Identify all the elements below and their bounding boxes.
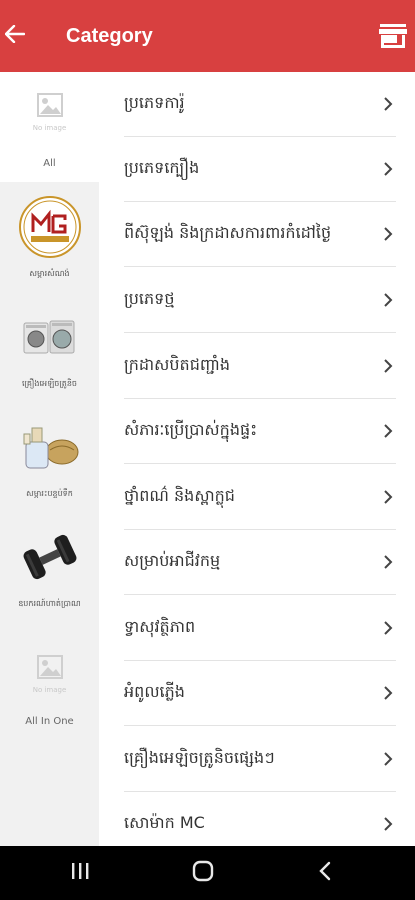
brand-logo bbox=[18, 196, 81, 258]
home-button[interactable] bbox=[181, 856, 225, 890]
sidebar-item-label: ឧបករណ៍ហាត់ប្រាណ bbox=[18, 599, 81, 608]
bathroom-image bbox=[19, 416, 81, 478]
dumbbell-image bbox=[19, 526, 81, 588]
chevron-right-icon bbox=[380, 814, 396, 834]
list-item[interactable]: ប្រភេទថ្ម bbox=[124, 268, 396, 333]
chevron-right-icon bbox=[380, 749, 396, 769]
sidebar-item-all[interactable]: No image All bbox=[0, 72, 99, 182]
list-item-label: អំពូលភ្លើង bbox=[124, 682, 185, 701]
category-sidebar[interactable]: No image All សម្ភារសំណង់ គ្រឿងអេឡិចត្រូន… bbox=[0, 72, 99, 846]
chevron-right-icon bbox=[380, 421, 396, 441]
sidebar-item-label: All In One bbox=[25, 716, 74, 727]
chevron-right-icon bbox=[380, 618, 396, 638]
sidebar-item-fitness[interactable]: ឧបករណ៍ហាត់ប្រាណ bbox=[0, 512, 99, 622]
list-item-label: ថ្នាំពណ៌ និងស្ពាក្លុជ bbox=[124, 486, 235, 505]
sidebar-item-construction[interactable]: សម្ភារសំណង់ bbox=[0, 182, 99, 292]
system-nav-bar bbox=[0, 846, 415, 900]
chevron-right-icon bbox=[380, 159, 396, 179]
list-item[interactable]: អំពូលភ្លើង bbox=[124, 661, 396, 726]
list-item[interactable]: ក្រដាសបិតជញ្ជាំង bbox=[124, 334, 396, 399]
arrow-left-icon bbox=[4, 24, 26, 47]
list-item-label: សំភារៈប្រើប្រាស់ក្នុងផ្ទះ bbox=[124, 420, 258, 439]
no-image-text: No image bbox=[32, 686, 67, 694]
no-image-placeholder: No image bbox=[19, 86, 81, 148]
no-image-placeholder: No image bbox=[19, 648, 81, 710]
sidebar-item-label: All bbox=[43, 158, 56, 169]
app-bar: Category bbox=[0, 0, 415, 72]
list-item-label: ប្រភេទថ្ម bbox=[124, 289, 175, 308]
sidebar-item-label: សម្ភារះបន្ទប់ទឹក bbox=[26, 489, 73, 498]
no-image-text: No image bbox=[32, 124, 67, 132]
back-button[interactable] bbox=[0, 14, 30, 58]
sidebar-item-label: សម្ភារសំណង់ bbox=[29, 269, 70, 278]
chevron-right-icon bbox=[380, 290, 396, 310]
chevron-right-icon bbox=[380, 356, 396, 376]
category-list[interactable]: ប្រភេទការ៉ូ ប្រភេទក្បឿង ពីស៊ុឡង់ និងក្រដ… bbox=[124, 72, 415, 846]
home-icon bbox=[192, 860, 214, 886]
sidebar-item-electronics[interactable]: គ្រឿងអេឡិចត្រូនិច bbox=[0, 292, 99, 402]
image-placeholder-icon bbox=[36, 654, 64, 684]
chevron-right-icon bbox=[380, 683, 396, 703]
list-item[interactable]: សម្រាប់អាជីវកម្ម bbox=[124, 530, 396, 595]
appliances-image bbox=[19, 306, 81, 368]
list-item-label: សោម៉ាក MC bbox=[124, 813, 205, 832]
list-item-label: ប្រភេទការ៉ូ bbox=[124, 93, 185, 112]
list-item-label: សម្រាប់អាជីវកម្ម bbox=[124, 551, 221, 570]
list-item[interactable]: ប្រភេទក្បឿង bbox=[124, 137, 396, 202]
sidebar-item-bathroom[interactable]: សម្ភារះបន្ទប់ទឹក bbox=[0, 402, 99, 512]
list-item-label: ក្រដាសបិតជញ្ជាំង bbox=[124, 355, 231, 374]
list-item[interactable]: សោម៉ាក MC bbox=[124, 792, 396, 846]
recent-apps-icon bbox=[70, 862, 90, 884]
sidebar-item-all-in-one[interactable]: No image All In One bbox=[0, 648, 99, 758]
page-title: Category bbox=[66, 25, 153, 47]
list-item[interactable]: គ្រឿងអេឡិចត្រូនិចផ្សេងៗ bbox=[124, 727, 396, 792]
list-item[interactable]: ថ្នាំពណ៌ និងស្ពាក្លុជ bbox=[124, 465, 396, 530]
recent-apps-button[interactable] bbox=[58, 856, 102, 890]
list-item-label: ពីស៊ុឡង់ និងក្រដាសការពារកំដៅថ្ងៃ bbox=[124, 223, 332, 242]
chevron-right-icon bbox=[380, 94, 396, 114]
list-item-label: ទ្វាសុវត្ថិភាព bbox=[124, 617, 196, 636]
image-placeholder-icon bbox=[36, 92, 64, 122]
list-item-label: ប្រភេទក្បឿង bbox=[124, 158, 200, 177]
store-button[interactable] bbox=[371, 18, 415, 58]
list-item[interactable]: សំភារៈប្រើប្រាស់ក្នុងផ្ទះ bbox=[124, 399, 396, 464]
list-item[interactable]: ពីស៊ុឡង់ និងក្រដាសការពារកំដៅថ្ងៃ bbox=[124, 202, 396, 267]
store-icon bbox=[379, 24, 407, 52]
nav-back-button[interactable] bbox=[303, 856, 347, 890]
chevron-right-icon bbox=[380, 487, 396, 507]
chevron-right-icon bbox=[380, 552, 396, 572]
list-item[interactable]: ទ្វាសុវត្ថិភាព bbox=[124, 596, 396, 661]
list-item-label: គ្រឿងអេឡិចត្រូនិចផ្សេងៗ bbox=[124, 748, 275, 767]
chevron-right-icon bbox=[380, 224, 396, 244]
list-item[interactable]: ប្រភេទការ៉ូ bbox=[124, 72, 396, 137]
back-icon bbox=[319, 861, 331, 885]
sidebar-item-label: គ្រឿងអេឡិចត្រូនិច bbox=[22, 379, 77, 388]
